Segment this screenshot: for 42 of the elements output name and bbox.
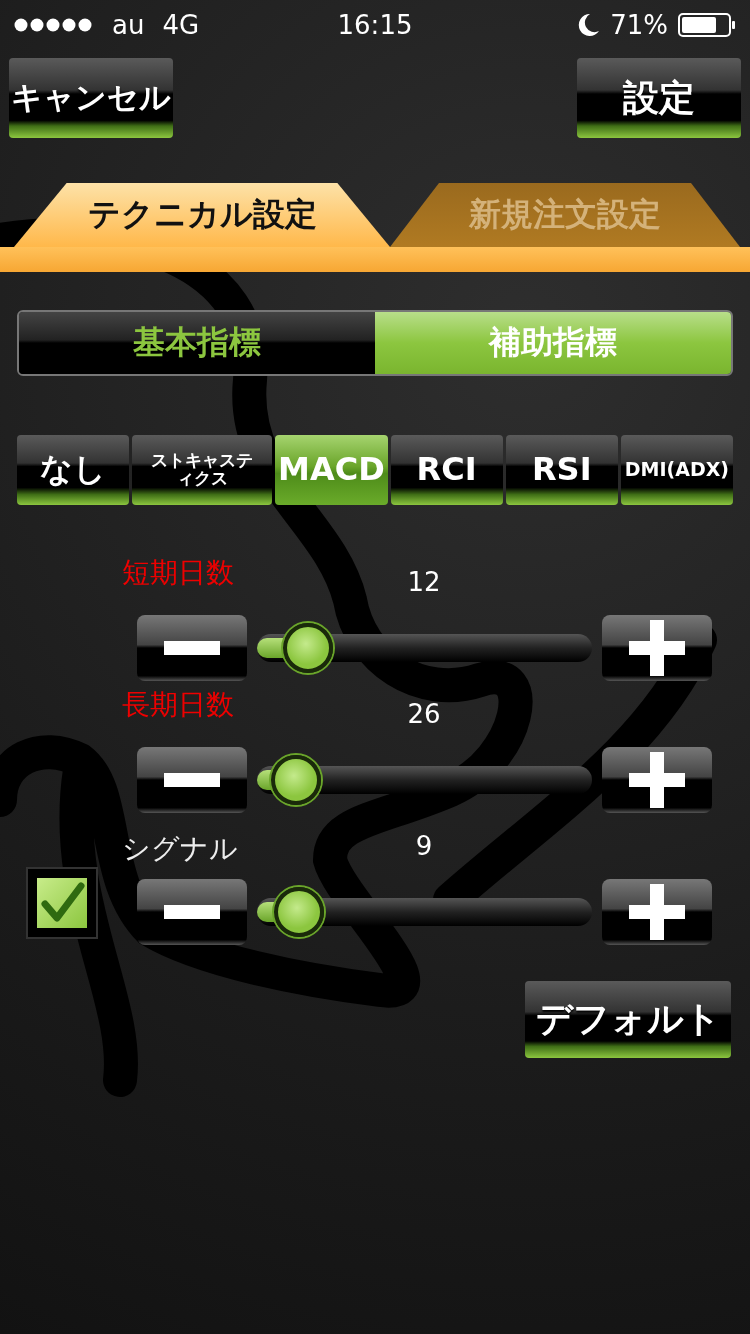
network-text: 4G <box>162 10 200 40</box>
slider[interactable] <box>257 886 592 938</box>
tab[interactable]: テクニカル設定 <box>14 183 390 247</box>
segment-button[interactable]: 基本指標 <box>19 312 375 374</box>
slider-thumb[interactable] <box>282 623 333 673</box>
plus-icon <box>629 620 685 676</box>
indicator-button[interactable]: DMI(ADX) <box>620 435 734 505</box>
set-button[interactable]: 設定 <box>577 58 741 138</box>
minus-icon <box>164 641 220 655</box>
battery-percent-text: 71% <box>610 10 668 40</box>
slider[interactable] <box>257 622 592 674</box>
increment-button[interactable] <box>602 747 712 813</box>
battery-icon <box>678 13 736 37</box>
moon-icon <box>578 13 601 37</box>
minus-icon <box>164 905 220 919</box>
carrier-text: au <box>112 10 145 40</box>
increment-button[interactable] <box>602 615 712 681</box>
value-text: 12 <box>406 567 442 597</box>
decrement-button[interactable] <box>137 879 247 945</box>
parameter-label: 長期日数 <box>122 687 234 723</box>
value-text: 9 <box>414 831 434 861</box>
slider[interactable] <box>257 754 592 806</box>
indicator-button[interactable]: なし <box>17 435 130 505</box>
checkbox[interactable] <box>26 867 98 939</box>
value-text: 26 <box>406 699 442 729</box>
signal-icon <box>14 18 94 32</box>
parameter-label: シグナル <box>122 831 238 867</box>
increment-button[interactable] <box>602 879 712 945</box>
slider-thumb[interactable] <box>271 755 322 805</box>
indicator-button[interactable]: RCI <box>390 435 503 505</box>
minus-icon <box>164 773 220 787</box>
decrement-button[interactable] <box>137 747 247 813</box>
plus-icon <box>629 884 685 940</box>
default-button[interactable]: デフォルト <box>525 981 731 1058</box>
parameter-label: 短期日数 <box>122 555 234 591</box>
indicator-button[interactable]: ストキャスティクス <box>132 435 273 505</box>
cancel-button[interactable]: キャンセル <box>9 58 173 138</box>
plus-icon <box>629 752 685 808</box>
clock-text: 16:15 <box>337 10 413 40</box>
indicator-button[interactable]: RSI <box>505 435 618 505</box>
slider-thumb[interactable] <box>274 887 325 937</box>
decrement-button[interactable] <box>137 615 247 681</box>
